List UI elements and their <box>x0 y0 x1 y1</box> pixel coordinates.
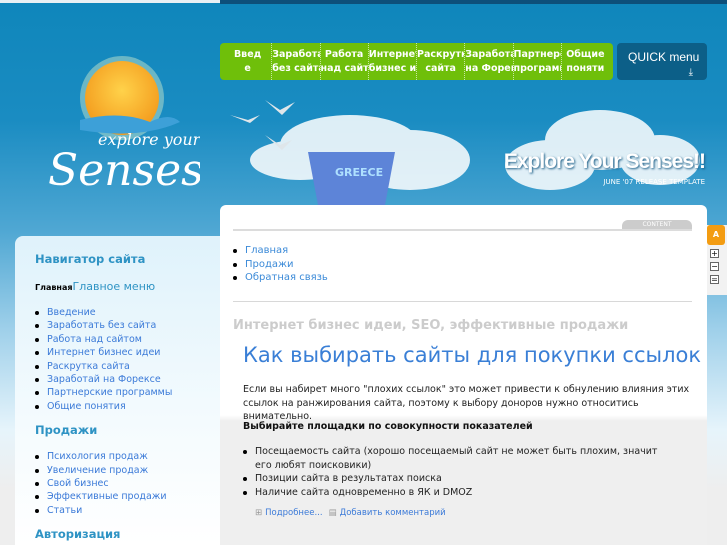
sidebar-item[interactable]: Заработай на Форексе <box>35 373 220 386</box>
header-banner: GREECE <box>230 100 700 205</box>
sidebar-item[interactable]: Интернет бизнес идеи <box>35 346 220 359</box>
add-comment-link[interactable]: ▤ Добавить комментарий <box>329 508 446 518</box>
list-item: Наличие сайта одновременно в ЯК и DMOZ <box>243 486 675 500</box>
list-item: Посещаемость сайта (хорошо посещаемый са… <box>243 445 675 472</box>
sidebar-item[interactable]: Увеличение продаж <box>35 464 220 477</box>
sidebar-item[interactable]: Свой бизнес <box>35 477 220 490</box>
article-title[interactable]: Как выбирать сайты для покупки ссылок <box>243 343 701 367</box>
svg-text:Senses: Senses <box>48 145 200 196</box>
plus-box-icon: ⊞ <box>255 508 263 518</box>
sales-list: Психология продаж Увеличение продаж Свой… <box>35 450 220 517</box>
quick-menu-button[interactable]: QUICK menu ⤓ <box>617 43 707 80</box>
comment-icon: ▤ <box>328 508 337 518</box>
svg-text:GREECE: GREECE <box>335 166 383 179</box>
top-menu-item[interactable]: Работанад сайто <box>319 43 368 80</box>
sidebar-item[interactable]: Введение <box>35 306 220 319</box>
sidebar-nav-title: Навигатор сайта <box>35 252 146 266</box>
sidebar-item[interactable]: Психология продаж <box>35 450 220 463</box>
top-menu-item[interactable]: Введ е <box>224 43 271 80</box>
content-panel: CONTENT Главная Продажи Обратная связь И… <box>220 205 707 545</box>
arrow-down-icon: ⤓ <box>688 67 693 78</box>
sidebar-item[interactable]: Работа над сайтом <box>35 333 220 346</box>
list-item: Позиции сайта в результатах поиска <box>243 472 675 486</box>
main-menu-list: Введение Заработать без сайта Работа над… <box>35 306 220 413</box>
article-list: Посещаемость сайта (хорошо посещаемый са… <box>243 445 675 500</box>
top-menu-item[interactable]: Заработайна Форекс <box>464 43 513 80</box>
top-menu-item[interactable]: Интернетбизнес иде <box>367 43 416 80</box>
top-menu-item[interactable]: Раскрутк сайта <box>416 43 464 80</box>
tagline: Explore Your Senses!! <box>503 150 706 173</box>
quick-menu-label: QUICK menu <box>628 50 700 64</box>
font-decrease-button[interactable]: − <box>710 262 719 271</box>
content-tab: CONTENT <box>622 220 692 229</box>
crumb-link[interactable]: Продажи <box>233 258 328 272</box>
auth-title: Авторизация <box>35 527 121 542</box>
site-logo[interactable]: explore your Senses <box>40 50 200 200</box>
read-more-link[interactable]: ⊞ Подробнее... <box>255 508 323 518</box>
font-a-button[interactable]: A <box>707 225 725 245</box>
breadcrumb-menu: Главная Продажи Обратная связь <box>233 244 328 285</box>
main-menu-small-label: Главная <box>35 283 73 292</box>
sidebar-item[interactable]: Раскрутка сайта <box>35 360 220 373</box>
sidebar-item[interactable]: Эффективные продажи <box>35 490 220 503</box>
sidebar-item[interactable]: Заработать без сайта <box>35 319 220 332</box>
top-menu-item[interactable]: Общие поняти <box>560 43 609 80</box>
tagline-sub: JUNE '07 RELEASE TEMPLATE <box>603 178 705 186</box>
site-title: Интернет бизнес идеи, SEO, эффективные п… <box>233 318 629 333</box>
article-links: ⊞ Подробнее... ▤ Добавить комментарий <box>255 508 446 518</box>
article-subheading: Выбирайте площадки по совокупности показ… <box>243 421 533 432</box>
top-menu-item[interactable]: Партнерскипрограммы <box>512 43 561 80</box>
crumb-link[interactable]: Обратная связь <box>233 271 328 285</box>
sidebar-item[interactable]: Общие понятия <box>35 400 220 413</box>
top-menu-item[interactable]: Заработатьбез сайта <box>271 43 320 80</box>
font-reset-button[interactable]: = <box>710 275 719 284</box>
font-increase-button[interactable]: + <box>710 249 719 258</box>
top-dark-bar <box>220 0 727 4</box>
main-menu-title: Главное меню <box>72 280 156 293</box>
top-menu: Введе Заработатьбез сайта Работанад сайт… <box>220 43 613 80</box>
divider <box>233 229 692 231</box>
sales-title: Продажи <box>35 423 98 438</box>
font-size-widget: A + − = <box>707 225 727 295</box>
crumb-link[interactable]: Главная <box>233 244 328 258</box>
sidebar: Навигатор сайта ГлавнаяГлавное меню Введ… <box>15 236 220 545</box>
sidebar-item[interactable]: Партнерские программы <box>35 386 220 399</box>
divider <box>233 301 692 302</box>
article-paragraph: Если вы набирет много "плохих ссылок" эт… <box>243 384 690 422</box>
sidebar-item[interactable]: Статьи <box>35 504 220 517</box>
